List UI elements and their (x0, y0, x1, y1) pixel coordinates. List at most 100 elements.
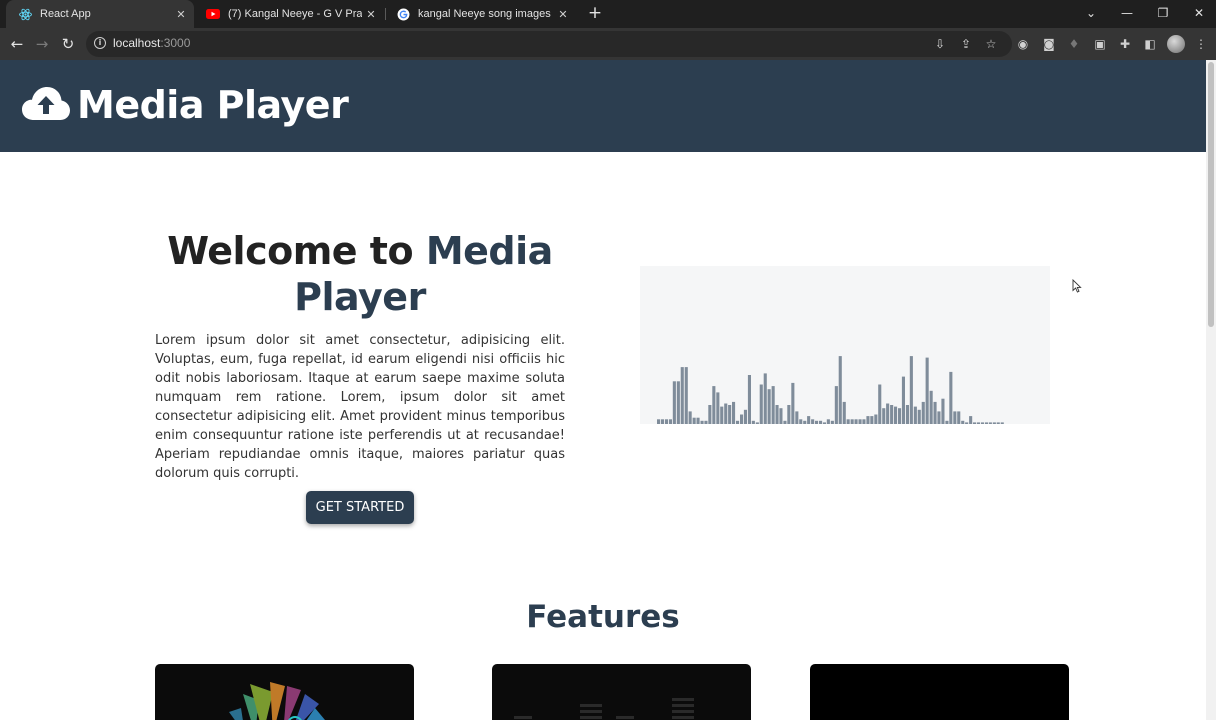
visualizer-bar (992, 422, 996, 424)
visualizer-bar (692, 417, 696, 424)
app-title: Media Player (77, 83, 349, 127)
visualizer-bar (894, 406, 898, 424)
visualizer-bar (858, 419, 862, 424)
visualizer-bar (668, 419, 672, 424)
install-app-icon[interactable]: ⇩ (931, 35, 949, 53)
visualizer-bar (862, 419, 866, 424)
visualizer-bar (929, 390, 933, 424)
tab-react-app[interactable]: React App ✕ (6, 0, 194, 28)
visualizer-bar (751, 420, 755, 424)
visualizer-bar (724, 403, 728, 424)
feature-card-image (229, 682, 325, 720)
visualizer-bar (688, 411, 692, 424)
visualizer-bar (838, 356, 842, 424)
visualizer-bar (925, 357, 929, 424)
visualizer-bar (949, 371, 953, 424)
visualizer-bar (937, 411, 941, 424)
visualizer-bar (657, 419, 661, 424)
visualizer-bar (815, 420, 819, 424)
visualizer-bar (921, 401, 925, 424)
visualizer-bar (854, 419, 858, 424)
visualizer-bar (941, 398, 945, 424)
tab-title: (7) Kangal Neeye - G V Prakash Kumar (228, 8, 362, 20)
visualizer-bar (740, 414, 744, 424)
feature-card-3[interactable] (810, 664, 1069, 720)
extension-icon[interactable]: ◉ (1014, 35, 1032, 53)
side-panel-icon[interactable]: ◧ (1141, 35, 1159, 53)
url-text: localhost:3000 (113, 36, 191, 50)
menu-kebab-icon[interactable]: ⋮ (1192, 35, 1210, 53)
visualizer-bar (870, 416, 874, 424)
feature-card-1[interactable] (155, 664, 414, 720)
visualizer-bar (664, 419, 668, 424)
visualizer-bar (996, 422, 1000, 424)
visualizer-bar (984, 422, 988, 424)
visualizer-bar (720, 406, 724, 424)
get-started-button[interactable]: GET STARTED (306, 491, 414, 524)
visualizer-bar (684, 367, 688, 424)
visualizer-bar (767, 389, 771, 424)
new-tab-button[interactable]: + (585, 3, 605, 23)
tab-youtube[interactable]: (7) Kangal Neeye - G V Prakash Kumar ✕ (194, 0, 384, 28)
visualizer-bar (704, 420, 708, 424)
visualizer-bar (890, 405, 894, 424)
visualizer-bar (882, 408, 886, 424)
visualizer-bar (1000, 422, 1004, 424)
close-tab-icon[interactable]: ✕ (362, 8, 380, 21)
close-tab-icon[interactable]: ✕ (172, 8, 190, 21)
address-bar[interactable]: i localhost:3000 ⇩ ⇪ ☆ (86, 31, 1012, 57)
restore-button[interactable]: ❐ (1145, 0, 1181, 28)
visualizer-bar (779, 408, 783, 424)
tab-search-icon[interactable]: ⌄ (1073, 0, 1109, 28)
visualizer-bar (988, 422, 992, 424)
close-tab-icon[interactable]: ✕ (554, 8, 572, 21)
visualizer-bar (917, 409, 921, 424)
reload-button[interactable]: ↻ (56, 32, 80, 56)
visualizer-bar (676, 381, 680, 424)
bookmark-star-icon[interactable]: ☆ (982, 35, 1000, 53)
page-scrollbar[interactable] (1206, 60, 1216, 720)
visualizer-bar (763, 373, 767, 424)
visualizer-bar (830, 420, 834, 424)
camera-extension-icon[interactable]: ◙ (1040, 35, 1058, 53)
screen-extension-icon[interactable]: ▣ (1091, 35, 1109, 53)
visualizer-bar (811, 419, 815, 424)
visualizer-bar (803, 420, 807, 424)
feature-card-2[interactable] (492, 664, 751, 720)
visualizer-bar (842, 401, 846, 424)
profile-avatar[interactable] (1167, 35, 1185, 53)
forward-button[interactable]: → (30, 32, 54, 56)
extensions-puzzle-icon[interactable]: ✚ (1116, 35, 1134, 53)
share-icon[interactable]: ⇪ (957, 35, 975, 53)
visualizer-bar (905, 405, 909, 424)
visualizer-bar (969, 416, 973, 424)
visualizer-bar (787, 405, 791, 424)
close-window-button[interactable]: ✕ (1181, 0, 1216, 28)
visualizer-bar (834, 386, 838, 424)
visualizer-bar (696, 417, 700, 424)
youtube-icon (206, 7, 220, 21)
visualizer-bar (822, 422, 826, 424)
tab-google-search[interactable]: kangal Neeye song images - Google Search… (384, 0, 576, 28)
visualizer-bar (807, 416, 811, 424)
visualizer-bar (961, 420, 965, 424)
visualizer-bar (913, 406, 917, 424)
browser-toolbar: ← → ↻ i localhost:3000 ⇩ ⇪ ☆ ◉ ◙ ♦ ▣ ✚ ◧… (0, 28, 1216, 60)
visualizer-bar (957, 411, 961, 424)
visualizer-bar (965, 422, 969, 424)
back-button[interactable]: ← (5, 32, 29, 56)
minimize-button[interactable]: — (1109, 0, 1145, 28)
mic-extension-icon[interactable]: ♦ (1065, 35, 1083, 53)
audio-visualizer (640, 266, 1050, 424)
hero-description: Lorem ipsum dolor sit amet consectetur, … (155, 333, 565, 481)
visualizer-bar (716, 392, 720, 424)
visualizer-bar (874, 414, 878, 424)
visualizer-bar (866, 416, 870, 424)
visualizer-bar (819, 420, 823, 424)
visualizer-bar (799, 419, 803, 424)
site-info-icon[interactable]: i (94, 37, 106, 49)
scrollbar-thumb[interactable] (1208, 62, 1214, 327)
visualizer-bar (878, 384, 882, 424)
visualizer-bar (795, 411, 799, 424)
visualizer-bars (657, 356, 1004, 424)
